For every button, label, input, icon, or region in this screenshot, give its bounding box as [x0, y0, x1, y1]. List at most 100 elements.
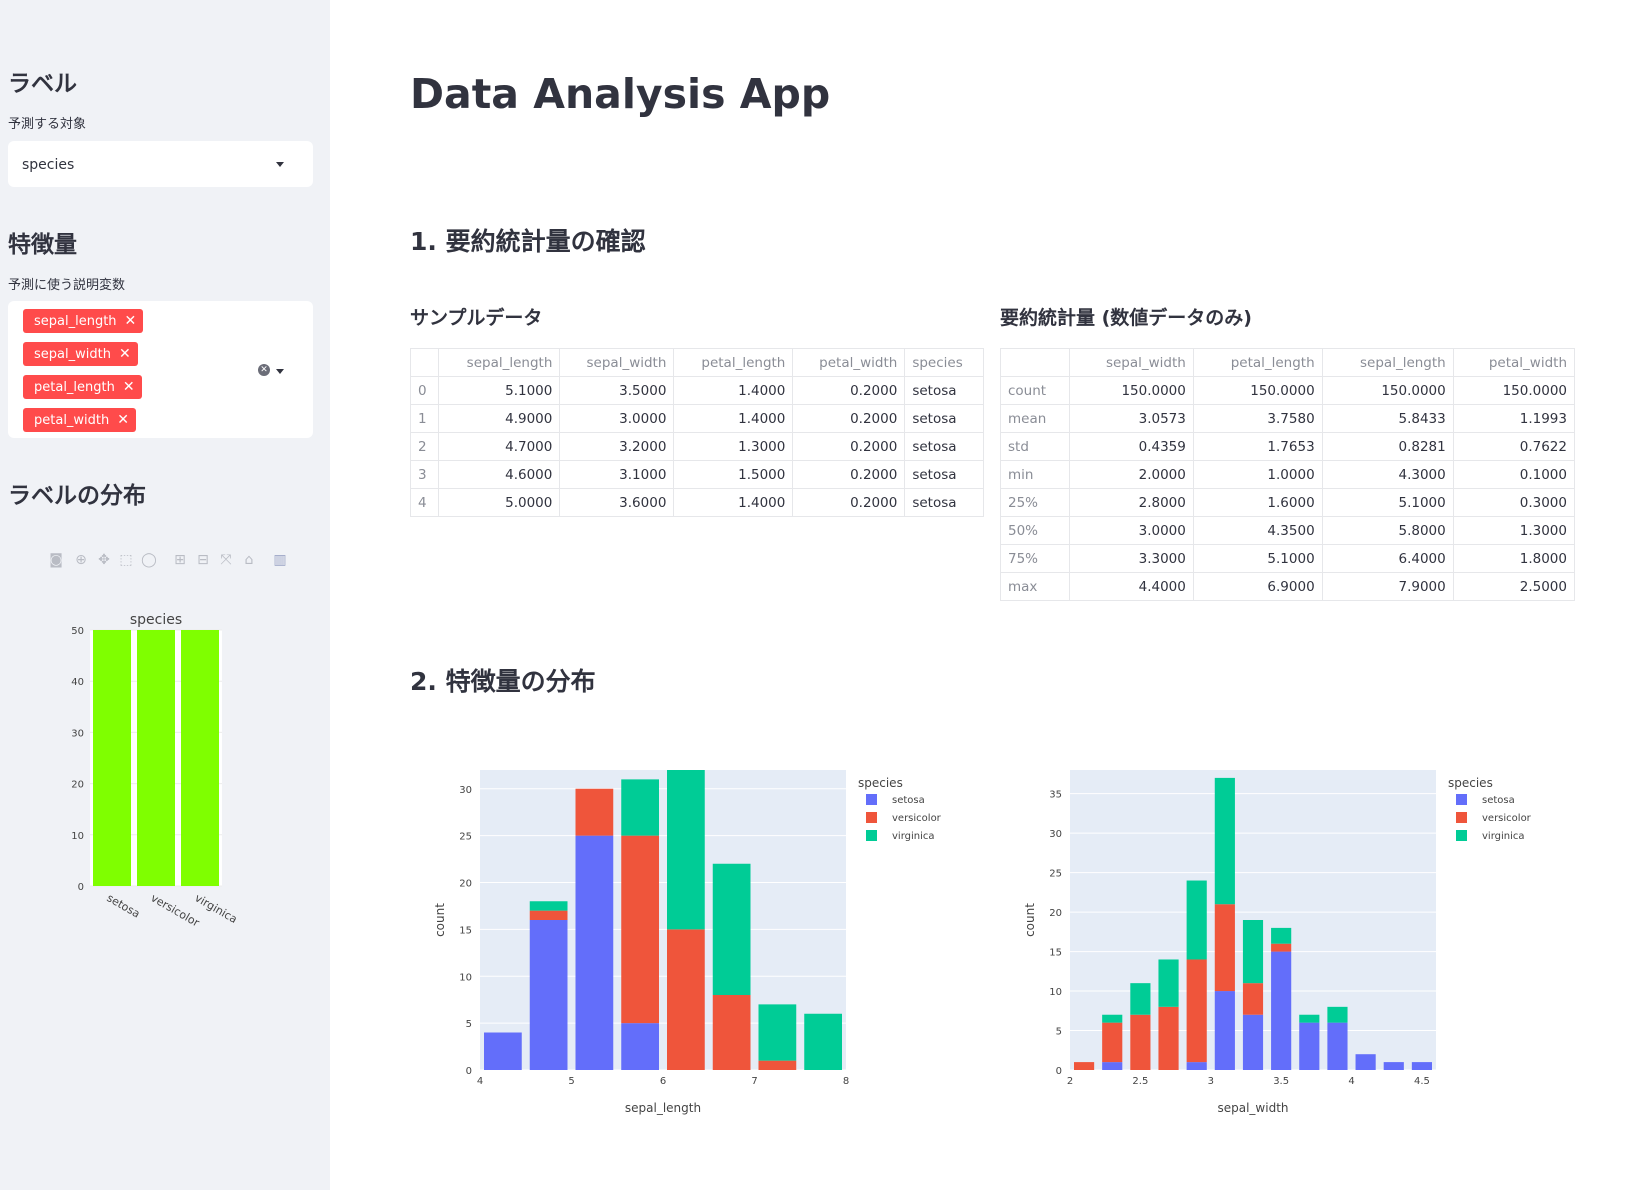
- table-cell: 0.3000: [1453, 488, 1576, 517]
- plot-toolbar: ◙ ⊕ ✥ ⬚ ◯ ⊞ ⊟ ⤧ ⌂ ▥: [48, 552, 313, 570]
- clear-all-icon[interactable]: ✕: [258, 364, 270, 376]
- table-cell: 4.9000: [438, 404, 561, 433]
- x-tick-label: 3: [1208, 1076, 1214, 1087]
- x-tick-label: 5: [568, 1076, 574, 1087]
- x-axis-label: sepal_length: [625, 1101, 701, 1115]
- legend-swatch: [1456, 794, 1467, 805]
- table-cell: 1.4000: [673, 488, 794, 517]
- x-tick-label: 4: [477, 1076, 483, 1087]
- close-icon[interactable]: ✕: [125, 309, 137, 333]
- chevron-down-icon[interactable]: [276, 162, 284, 167]
- section-distribution-heading: 2. 特徴量の分布: [410, 667, 596, 696]
- y-tick-label: 30: [1049, 829, 1062, 840]
- bar-virginica: [1271, 927, 1292, 944]
- index-header[interactable]: [410, 348, 440, 377]
- pan-icon[interactable]: ✥: [96, 552, 112, 568]
- feature-multiselect[interactable]: sepal_length ✕ sepal_width ✕ petal_length ✕…: [8, 301, 313, 438]
- column-header[interactable]: petal_length: [1193, 348, 1323, 377]
- bar-setosa: [529, 920, 568, 1070]
- table-cell: 150.0000: [1069, 376, 1194, 405]
- close-icon[interactable]: ✕: [123, 375, 135, 399]
- table-cell: 2.0000: [1069, 460, 1194, 489]
- feature-caption: 予測に使う説明変数: [8, 278, 126, 293]
- chevron-down-icon[interactable]: [276, 369, 284, 374]
- bar-setosa: [1186, 1062, 1207, 1070]
- column-header[interactable]: sepal_width: [1069, 348, 1194, 377]
- label-select[interactable]: species: [8, 141, 313, 187]
- x-tick-label: 2: [1067, 1076, 1073, 1087]
- bar-versicolor: [1214, 904, 1235, 992]
- column-header[interactable]: species: [904, 348, 984, 377]
- autoscale-icon[interactable]: ⤧: [218, 552, 234, 568]
- x-tick-label: 2.5: [1132, 1076, 1148, 1087]
- table-cell: 5.1000: [438, 376, 561, 405]
- x-tick-label: 6: [660, 1076, 666, 1087]
- bar-virginica: [621, 779, 659, 836]
- y-tick-label: 20: [459, 879, 472, 890]
- y-tick-label: 0: [1056, 1066, 1062, 1077]
- index-header[interactable]: [1000, 348, 1071, 377]
- table-cell: setosa: [904, 404, 984, 433]
- table-cell: 0.8281: [1322, 432, 1454, 461]
- y-tick-label: 30: [71, 728, 84, 739]
- y-axis-label: count: [1023, 903, 1037, 937]
- feature-tag-label: petal_length: [34, 380, 115, 395]
- plotly-logo-icon[interactable]: ▥: [272, 552, 288, 568]
- feature-tag-label: sepal_length: [34, 314, 117, 329]
- x-tick-label: 8: [843, 1076, 849, 1087]
- bar-versicolor: [1186, 959, 1207, 1063]
- y-tick-label: 25: [1049, 869, 1062, 880]
- feature-tag-label: petal_width: [34, 413, 110, 428]
- bar-setosa: [484, 1032, 522, 1070]
- x-tick-label: setosa: [105, 891, 143, 920]
- summary-stats-table: sepal_width petal_length sepal_length petal…: [1000, 348, 1576, 601]
- table-row: min 2.0000 1.0000 4.3000 0.1000: [1000, 460, 1576, 489]
- table-cell: 3.0573: [1069, 404, 1194, 433]
- column-header[interactable]: sepal_length: [1322, 348, 1454, 377]
- table-cell: 4.6000: [438, 460, 561, 489]
- column-header[interactable]: sepal_length: [438, 348, 561, 377]
- column-header[interactable]: petal_width: [792, 348, 906, 377]
- close-icon[interactable]: ✕: [119, 342, 131, 366]
- close-icon[interactable]: ✕: [117, 408, 129, 432]
- table-cell: 3.7580: [1193, 404, 1323, 433]
- table-cell: 3.1000: [559, 460, 675, 489]
- table-cell: 5.8433: [1322, 404, 1454, 433]
- table-cell: 3.0000: [559, 404, 675, 433]
- y-tick-label: 50: [71, 626, 84, 637]
- box-select-icon[interactable]: ⬚: [118, 552, 134, 568]
- zoom-in-icon[interactable]: ⊞: [172, 552, 188, 568]
- bar-versicolor: [1271, 943, 1292, 952]
- table-cell: 0.1000: [1453, 460, 1576, 489]
- zoom-out-icon[interactable]: ⊟: [195, 552, 211, 568]
- camera-icon[interactable]: ◙: [48, 552, 64, 568]
- dist-heading: ラベルの分布: [8, 483, 146, 509]
- table-cell: 3.0000: [1069, 516, 1194, 545]
- y-tick-label: 35: [1049, 790, 1062, 801]
- feature-tag: petal_length ✕: [23, 375, 142, 399]
- table-cell: 0.2000: [792, 460, 906, 489]
- sepal-width-histogram: 0 5 10 15 20 25 30 35 2 2.5 3 3.5 4 4.5 sepal_width cou…: [1023, 770, 1532, 1115]
- table-cell: 4.4000: [1069, 572, 1194, 601]
- table-row: 25% 2.8000 1.6000 5.1000 0.3000: [1000, 488, 1576, 517]
- table-cell: 1.3000: [673, 432, 794, 461]
- table-row: 75% 3.3000 5.1000 6.4000 1.8000: [1000, 544, 1576, 573]
- legend-label: versicolor: [892, 813, 942, 824]
- section-summary-heading: 1. 要約統計量の確認: [410, 227, 646, 256]
- sample-data-heading: サンプルデータ: [410, 307, 543, 329]
- reset-axes-icon[interactable]: ⌂: [241, 552, 257, 568]
- chart-title: species: [130, 612, 182, 628]
- table-cell: 4.3500: [1193, 516, 1323, 545]
- table-cell: 1.8000: [1453, 544, 1576, 573]
- column-header[interactable]: petal_length: [673, 348, 794, 377]
- table-cell: 0.2000: [792, 488, 906, 517]
- bar-virginica: [1186, 880, 1207, 960]
- x-tick-label: 7: [751, 1076, 757, 1087]
- zoom-icon[interactable]: ⊕: [73, 552, 89, 568]
- column-header[interactable]: sepal_width: [559, 348, 675, 377]
- table-cell: 3.5000: [559, 376, 675, 405]
- column-header[interactable]: petal_width: [1453, 348, 1576, 377]
- row-index: 3: [410, 460, 440, 489]
- lasso-icon[interactable]: ◯: [141, 552, 157, 568]
- bar-setosa: [1102, 1062, 1123, 1070]
